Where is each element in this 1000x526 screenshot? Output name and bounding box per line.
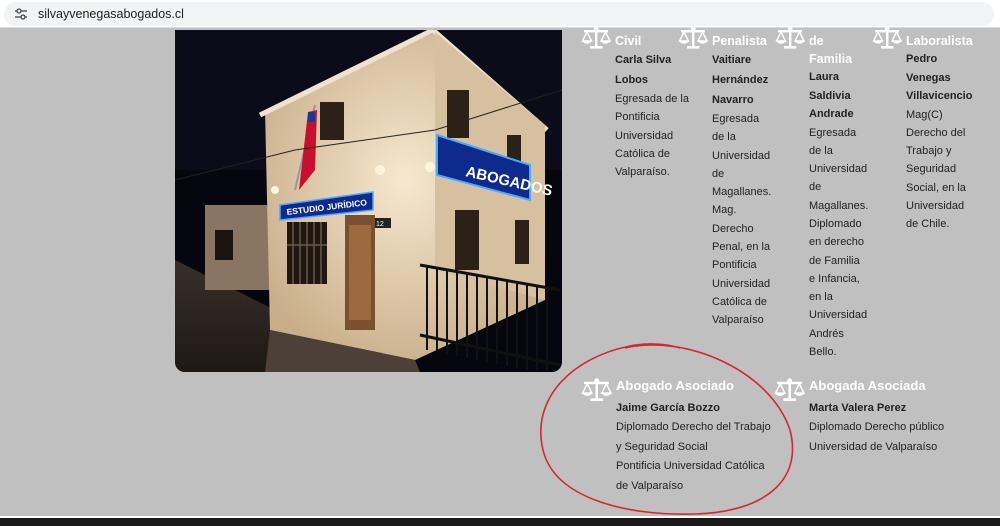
associate-desc-line: Pontificia Universidad Católica <box>616 460 765 472</box>
practice-area: Laboralista <box>906 34 973 48</box>
scales-of-justice-icon <box>678 26 708 50</box>
office-photo: ABOGADOS ESTUDIO JURÍDICO 12 <box>175 30 562 372</box>
browser-address-bar: silvayvenegasabogados.cl <box>0 0 1000 28</box>
lawyer-name: Pedro Venegas Villavicencio <box>906 53 973 102</box>
scales-of-justice-icon <box>581 26 611 50</box>
scales-of-justice-icon <box>775 26 805 50</box>
practice-area: de Familia <box>809 34 853 66</box>
scales-of-justice-icon <box>872 26 902 50</box>
url-text: silvayvenegasabogados.cl <box>38 7 184 21</box>
associate-title: Abogada Asociada <box>809 378 926 393</box>
associate-desc-line: Diplomado Derecho del Trabajo <box>616 421 771 433</box>
associate-desc-line: de Valparaíso <box>616 479 684 492</box>
site-settings-icon[interactable] <box>14 7 28 21</box>
house-number: 12 <box>376 221 384 228</box>
scales-of-justice-icon <box>581 377 612 403</box>
lawyer-name: Laura Saldivia Andrade <box>809 71 854 120</box>
associate-name: Jaime García Bozzo <box>616 402 720 414</box>
lawyer-description: Egresada de la Pontificia Universidad Ca… <box>615 93 689 179</box>
associate-card-marta: Abogada Asociada Marta Valera Perez Dipl… <box>809 378 979 457</box>
associate-card-jaime: Abogado Asociado Jaime García Bozzo Dipl… <box>616 378 786 496</box>
associate-name: Marta Valera Perez <box>809 402 907 414</box>
lawyer-card-familia: de Familia Laura Saldivia Andrade Egresa… <box>809 30 869 361</box>
associate-desc-line: y Seguridad Social <box>616 440 708 453</box>
lawyer-description: Mag(C) Derecho del Trabajo y Seguridad S… <box>906 108 966 231</box>
url-field[interactable]: silvayvenegasabogados.cl <box>4 2 994 26</box>
associate-desc-line: Diplomado Derecho público <box>809 421 945 433</box>
lawyer-description: Egresada de la Universidad de Magallanes… <box>809 126 869 359</box>
lawyer-card-penalista: Penalista Vaitiare Hernández Navarro Egr… <box>712 30 774 330</box>
lawyer-card-civil: Civil Carla Silva Lobos Egresada de la P… <box>615 30 707 181</box>
lawyer-name: Carla Silva Lobos <box>615 54 672 86</box>
lawyer-name: Vaitiare Hernández Navarro <box>712 54 769 106</box>
practice-area: Penalista <box>712 34 767 48</box>
associate-title: Abogado Asociado <box>616 378 734 393</box>
associate-desc-line: Universidad de Valparaíso <box>809 440 938 453</box>
taskbar-edge <box>0 518 1000 526</box>
lawyer-description: Egresada de la Universidad de Magallanes… <box>712 113 772 327</box>
lawyer-card-laboralista: Laboralista Pedro Venegas Villavicencio … <box>906 30 976 234</box>
scales-of-justice-icon <box>774 377 805 403</box>
